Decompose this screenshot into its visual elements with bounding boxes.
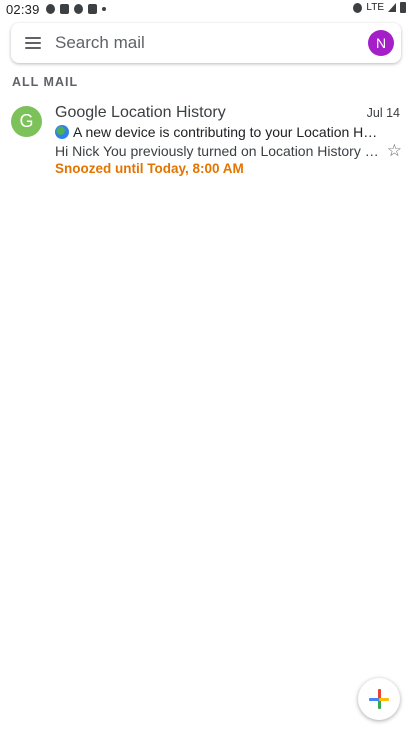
email-snippet: Hi Nick You previously turned on Locatio…	[55, 143, 380, 159]
snooze-label: Snoozed until Today, 8:00 AM	[55, 161, 244, 176]
email-sender: Google Location History	[55, 104, 226, 121]
search-bar: N	[11, 23, 401, 63]
clipboard-icon	[87, 4, 97, 14]
signal-icon	[388, 3, 396, 12]
compose-button[interactable]	[358, 678, 400, 720]
email-date: Jul 14	[366, 106, 400, 120]
battery-icon	[400, 2, 406, 13]
globe-emoji-icon	[55, 125, 69, 139]
account-avatar[interactable]: N	[368, 30, 394, 56]
email-subject: A new device is contributing to your Loc…	[73, 124, 380, 140]
status-bar: 02:39 LTE	[0, 0, 412, 18]
status-time: 02:39	[6, 1, 40, 17]
search-input[interactable]	[55, 25, 368, 61]
alarm-icon	[45, 4, 55, 14]
email-subject-line: A new device is contributing to your Loc…	[55, 124, 380, 140]
alarm-clock-icon	[353, 2, 363, 13]
star-outline-icon[interactable]: ☆	[387, 142, 402, 159]
status-notification-icons	[45, 4, 106, 14]
email-list-item[interactable]: G Google Location History Jul 14 A new d…	[0, 100, 412, 182]
more-notifications-dot-icon	[101, 7, 106, 11]
photos-icon	[59, 4, 69, 14]
folder-label: ALL MAIL	[12, 75, 79, 89]
network-type-label: LTE	[366, 2, 384, 13]
menu-icon	[25, 37, 41, 49]
sender-avatar[interactable]: G	[11, 106, 42, 137]
status-system-icons: LTE	[353, 2, 406, 13]
shield-icon	[73, 4, 83, 14]
compose-plus-icon	[369, 689, 389, 709]
menu-button[interactable]	[11, 23, 55, 63]
